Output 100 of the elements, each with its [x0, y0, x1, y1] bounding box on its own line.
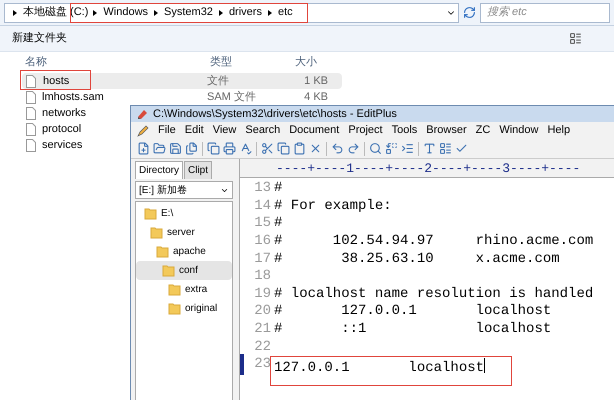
new-folder-button[interactable]: 新建文件夹 — [12, 30, 67, 47]
file-row[interactable]: hosts 文件 1 KB — [22, 73, 342, 89]
breadcrumb-item[interactable]: Windows — [103, 4, 148, 21]
redo-icon[interactable] — [347, 142, 360, 155]
file-type: 文件 — [207, 74, 230, 89]
file-row[interactable]: networks — [22, 105, 122, 121]
column-header[interactable]: 名称 — [25, 54, 210, 70]
file-name: services — [42, 138, 82, 151]
tree-item[interactable]: extra — [136, 280, 232, 299]
folder-label: apache — [173, 245, 206, 259]
folder-icon — [156, 245, 169, 258]
tree-item[interactable]: original — [136, 299, 232, 318]
files-icon[interactable] — [185, 142, 198, 155]
breadcrumb-item[interactable]: System32 — [164, 4, 213, 21]
pencil-icon — [137, 124, 149, 136]
breadcrumb-item[interactable]: drivers — [228, 4, 262, 21]
folder-label: server — [167, 226, 195, 240]
highlight-frame — [20, 70, 91, 90]
arrow-icon — [268, 10, 272, 16]
indent-icon[interactable] — [401, 142, 414, 155]
code-line: # For example: — [274, 196, 392, 216]
file-name: hosts — [43, 74, 70, 87]
line-number: 16 — [253, 232, 272, 252]
code-line: # 102.54.94.97 rhino.acme.com — [274, 232, 594, 252]
column-header[interactable]: 大小 — [295, 54, 317, 70]
folder-icon — [168, 302, 181, 315]
tree-item[interactable]: E:\ — [136, 204, 232, 223]
drive-select[interactable]: [E:] 新加卷 — [135, 181, 233, 199]
replace-icon[interactable] — [385, 142, 398, 155]
font-icon[interactable] — [423, 142, 436, 155]
arrow-icon — [93, 10, 98, 16]
tree-item[interactable]: server — [136, 223, 232, 242]
file-icon — [26, 138, 36, 152]
breadcrumb-item[interactable]: 本地磁盘 (C:) — [23, 4, 88, 21]
file-icon — [26, 122, 36, 136]
menu-item[interactable]: Help — [547, 122, 570, 139]
save-icon[interactable] — [169, 142, 182, 155]
folder-icon — [150, 226, 163, 239]
line-number: 14 — [253, 196, 272, 216]
refresh-icon[interactable] — [463, 6, 476, 19]
line-number: 15 — [253, 214, 272, 234]
file-size: 1 KB — [303, 74, 328, 89]
folder-label: extra — [185, 283, 208, 297]
panel-tab[interactable]: Clipt — [184, 161, 212, 179]
search-icon[interactable] — [369, 142, 382, 155]
open-folder-icon[interactable] — [153, 142, 166, 155]
spellcheck-icon[interactable] — [239, 142, 252, 155]
paste-icon[interactable] — [293, 142, 306, 155]
breadcrumb-item[interactable]: etc — [278, 4, 293, 21]
code-line: # — [274, 179, 282, 198]
menu-item[interactable]: ZC — [476, 122, 490, 139]
folder-label: original — [185, 302, 218, 316]
line-number: 13 — [253, 179, 272, 198]
menu-item[interactable]: Project — [348, 122, 383, 139]
text-cursor — [484, 358, 486, 373]
file-name: protocol — [42, 122, 82, 135]
menu-item[interactable]: Window — [499, 122, 538, 139]
menu-item[interactable]: File — [158, 122, 176, 139]
column-header[interactable]: 类型 — [210, 54, 295, 70]
file-name: lmhosts.sam — [42, 90, 104, 103]
code-line: # 38.25.63.10 x.acme.com — [274, 250, 560, 269]
file-size: 4 KB — [303, 90, 328, 105]
tree-item[interactable]: conf — [136, 261, 232, 280]
code-line: 127.0.0.1 localhost — [274, 358, 484, 378]
folder-icon — [168, 283, 181, 296]
panel-tab[interactable]: Directory — [135, 161, 184, 179]
folder-icon — [144, 207, 157, 220]
list-icon[interactable] — [439, 142, 452, 155]
menu-item[interactable]: Edit — [184, 122, 204, 139]
line-number: 23 — [240, 354, 274, 376]
menu-item[interactable]: Document — [289, 122, 340, 139]
code-line: # ::1 localhost — [274, 320, 552, 340]
delete-icon[interactable] — [309, 142, 322, 155]
cut-icon[interactable] — [261, 142, 274, 155]
file-icon — [26, 106, 36, 120]
undo-icon[interactable] — [331, 142, 344, 155]
file-row[interactable]: lmhosts.sam SAM 文件 4 KB — [22, 89, 342, 105]
menu-item[interactable]: View — [212, 122, 236, 139]
menu-item[interactable]: Search — [245, 122, 280, 139]
menu-item[interactable]: Tools — [392, 122, 418, 139]
copy-icon[interactable] — [207, 142, 220, 155]
search-field[interactable]: 搜索 etc — [480, 2, 610, 22]
file-name: networks — [42, 106, 86, 119]
copy-icon[interactable] — [277, 142, 290, 155]
folder-icon — [162, 264, 175, 277]
line-number: 20 — [253, 302, 272, 322]
code-line: # 127.0.0.1 localhost — [274, 302, 552, 322]
line-number: 21 — [253, 320, 272, 340]
file-row[interactable]: protocol — [22, 121, 122, 137]
line-number: 18 — [253, 267, 272, 286]
menu-item[interactable]: Browser — [426, 122, 467, 139]
view-icon[interactable] — [569, 32, 582, 45]
folder-label: conf — [179, 264, 198, 278]
folder-label: E:\ — [161, 207, 174, 221]
app-icon — [137, 108, 149, 120]
tree-item[interactable]: apache — [136, 242, 232, 261]
new-file-icon[interactable] — [137, 142, 150, 155]
printer-icon[interactable] — [223, 142, 236, 155]
code-line: # localhost name resolution is handled — [274, 284, 594, 304]
file-row[interactable]: services — [22, 137, 122, 153]
